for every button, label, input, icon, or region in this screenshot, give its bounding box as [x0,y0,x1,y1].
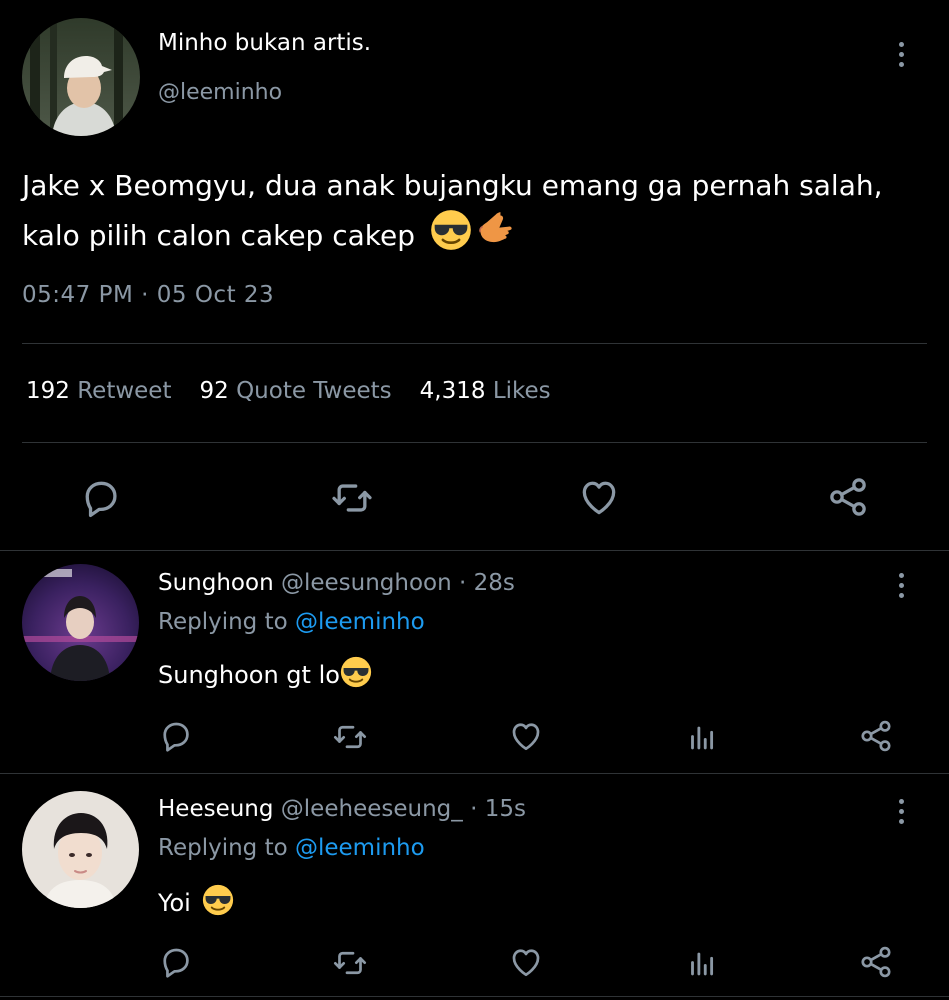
like-icon[interactable] [508,718,544,754]
reply-time[interactable]: · 28s [459,570,515,596]
retweet-icon[interactable] [332,719,368,755]
sunglasses-emoji-icon [430,209,472,251]
sunglasses-emoji-icon [340,656,372,688]
replying-to-label: Replying to [158,835,288,861]
reply-handle[interactable]: @leesunghoon [281,570,452,596]
avatar-photo [22,791,139,908]
retweets-stat[interactable]: 192 Retweet [26,378,171,404]
reply-text-container: Sunghoon gt lo [158,656,372,689]
reply-header: Heeseung @leeheeseung_ · 15s [158,796,526,822]
reply-time[interactable]: · 15s [470,796,526,822]
replying-to: Replying to @leeminho [158,835,425,861]
avatar-photo [22,18,140,136]
avatar[interactable] [22,18,140,136]
likes-stat[interactable]: 4,318 Likes [420,378,551,404]
more-options-icon[interactable] [893,799,909,824]
mention-link[interactable]: @leeminho [295,609,425,635]
like-icon[interactable] [577,475,621,519]
retweet-icon[interactable] [332,945,368,981]
sunglasses-emoji-icon [202,884,234,916]
divider [0,996,949,997]
retweet-icon[interactable] [330,476,374,520]
display-name[interactable]: Minho bukan artis. [158,30,371,56]
quotes-stat[interactable]: 92 Quote Tweets [199,378,391,404]
quotes-label: Quote Tweets [236,378,392,404]
quotes-count: 92 [199,378,229,404]
reply-handle[interactable]: @leeheeseung_ [281,796,463,822]
replying-to: Replying to @leeminho [158,609,425,635]
reply-text: Sunghoon gt lo [158,661,340,689]
likes-label: Likes [492,378,551,404]
reply-icon[interactable] [158,944,194,980]
divider [0,773,949,774]
tweet-timestamp[interactable]: 05:47 PM · 05 Oct 23 [22,282,274,308]
engagement-stats: 192 Retweet 92 Quote Tweets 4,318 Likes [26,378,551,404]
reply-header: Sunghoon @leesunghoon · 28s [158,570,515,596]
avatar[interactable] [22,791,139,908]
likes-count: 4,318 [419,378,486,404]
share-icon[interactable] [826,475,870,519]
divider [22,343,927,344]
more-options-icon[interactable] [893,573,909,598]
more-options-icon[interactable] [893,42,909,67]
reply-text: Yoi [158,889,191,917]
retweets-count: 192 [26,378,70,404]
reply-icon[interactable] [79,476,123,520]
divider [22,442,927,443]
reply-icon[interactable] [158,718,194,754]
avatar-photo [22,564,139,681]
tweet-text-container: Jake x Beomgyu, dua anak bujangku emang … [22,163,942,259]
views-icon[interactable] [684,721,718,755]
replying-to-label: Replying to [158,609,288,635]
mention-link[interactable]: @leeminho [295,835,425,861]
views-icon[interactable] [684,947,718,981]
user-handle[interactable]: @leeminho [158,80,282,105]
reply-display-name[interactable]: Sunghoon [158,570,274,596]
reply-text-container: Yoi [158,884,234,917]
divider [0,550,949,551]
retweets-label: Retweet [77,378,172,404]
share-icon[interactable] [858,944,894,980]
reply-display-name[interactable]: Heeseung [158,796,273,822]
like-icon[interactable] [508,944,544,980]
call-me-hand-emoji-icon [476,211,516,251]
share-icon[interactable] [858,718,894,754]
avatar[interactable] [22,564,139,681]
